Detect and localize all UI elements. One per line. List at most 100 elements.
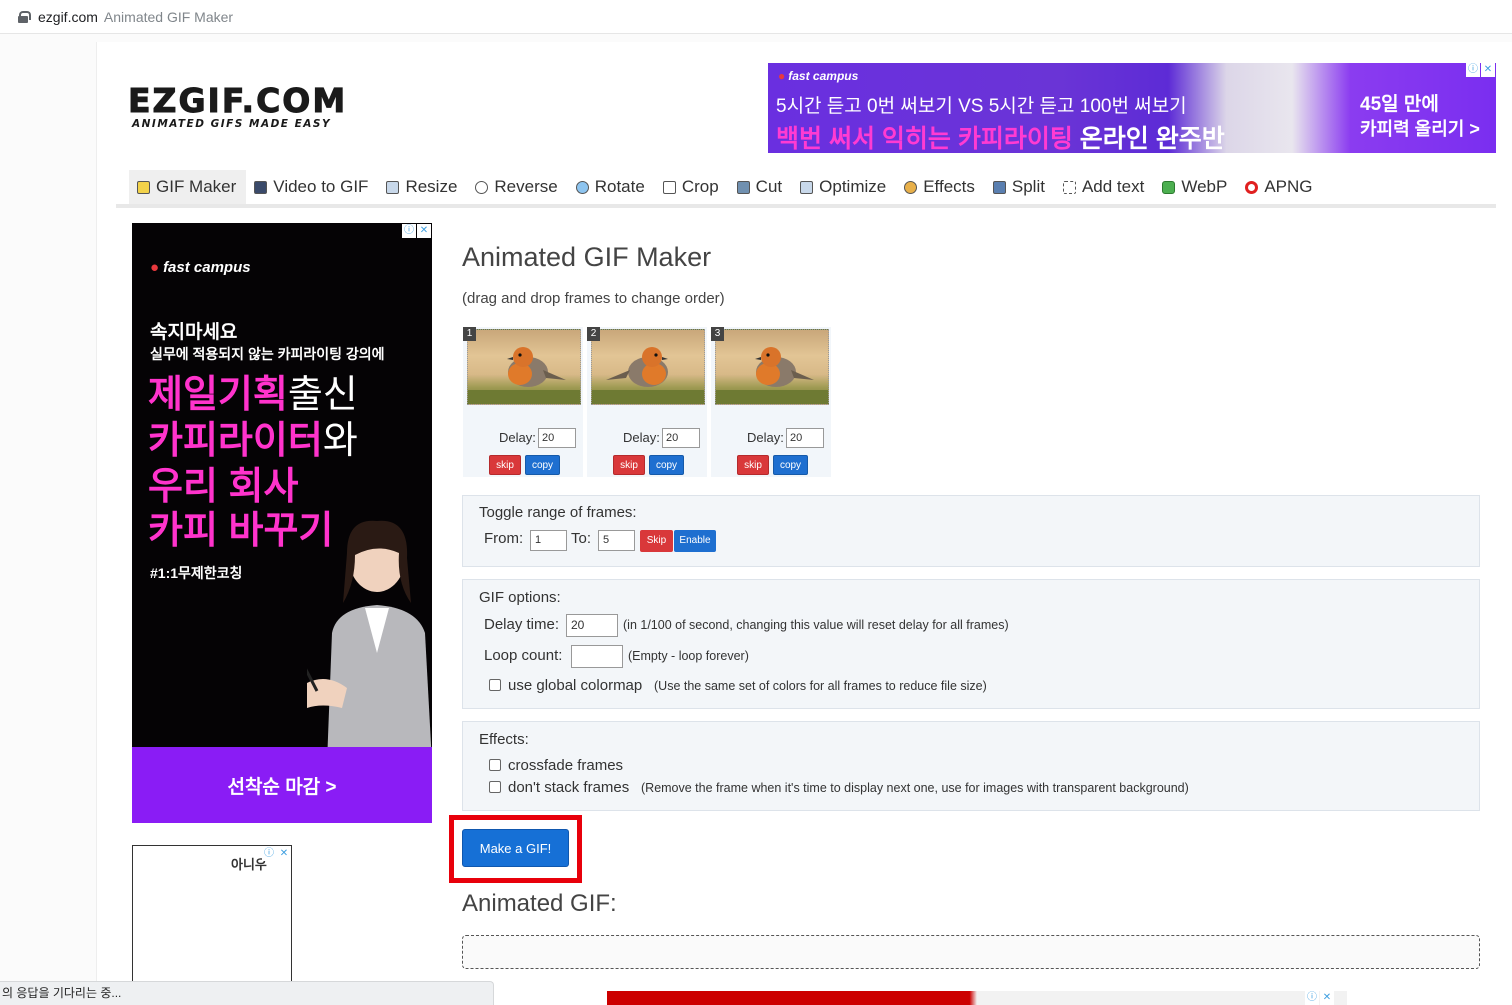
nav-rotate[interactable]: Rotate: [568, 170, 655, 204]
side-ad-line-1: 제일기획출신: [148, 373, 358, 417]
nav-apng[interactable]: APNG: [1237, 170, 1322, 204]
frame-number: 2: [587, 327, 600, 341]
site-logo[interactable]: EZGIF.COM ANIMATED GIFS MADE EASY: [127, 81, 348, 131]
nav-reverse[interactable]: Reverse: [467, 170, 567, 204]
to-input[interactable]: 5: [598, 530, 635, 551]
loop-count-input[interactable]: [571, 645, 623, 668]
bottom-ad-controls: ⓘ ✕: [1305, 991, 1334, 1005]
nav-label: WebP: [1181, 177, 1228, 196]
gif-options-title: GIF options:: [479, 589, 561, 606]
ad-line-2-rest: 온라인 완주반: [1072, 125, 1225, 153]
make-gif-button[interactable]: Make a GIF!: [462, 829, 569, 867]
crossfade-checkbox[interactable]: [489, 759, 501, 771]
side-ad-line-1-pink: 제일기획: [148, 374, 288, 416]
ad-info-icon[interactable]: ⓘ: [1305, 991, 1319, 1005]
skip-button[interactable]: skip: [737, 455, 769, 475]
nav-label: Resize: [405, 177, 458, 196]
nav-webp[interactable]: WebP: [1154, 170, 1237, 204]
nav-crop[interactable]: Crop: [655, 170, 729, 204]
side-ad-coaching: #1:1무제한코칭: [150, 565, 243, 581]
status-bar: 의 응답을 기다리는 중...: [0, 981, 494, 1005]
dont-stack-checkbox[interactable]: [489, 781, 501, 793]
ad-right-2: 카피력 올리기 >: [1360, 119, 1480, 139]
delay-time-note: (in 1/100 of second, changing this value…: [623, 618, 1009, 632]
side-ad-cta[interactable]: 선착순 마감 >: [132, 747, 432, 823]
ad-line-1: 5시간 듣고 0번 써보기 VS 5시간 듣고 100번 써보기: [776, 96, 1187, 117]
url-domain: ezgif.com: [38, 8, 98, 25]
nav-label: GIF Maker: [156, 177, 237, 196]
ad-close-icon[interactable]: ✕: [1481, 63, 1495, 77]
skip-button[interactable]: skip: [613, 455, 645, 475]
optimize-icon: [800, 180, 814, 194]
ad-close-icon[interactable]: ✕: [1320, 991, 1334, 1005]
apng-icon: [1245, 180, 1259, 194]
side-ad-line-4: 카피 바꾸기: [148, 510, 334, 552]
side-ad-person-illustration: [307, 520, 432, 763]
nav-add-text[interactable]: Add text: [1055, 170, 1154, 204]
nav-label: Video to GIF: [273, 177, 369, 196]
tool-nav: GIF Maker Video to GIF Resize Reverse Ro…: [116, 168, 1496, 208]
nav-optimize[interactable]: Optimize: [792, 170, 896, 204]
range-skip-button[interactable]: Skip: [640, 530, 673, 552]
side-ad-line-3: 우리 회사: [148, 466, 299, 508]
bottom-ad[interactable]: [607, 991, 1347, 1005]
range-enable-button[interactable]: Enable: [674, 530, 716, 552]
logo-text: EZGIF.COM: [127, 81, 348, 120]
reorder-hint: (drag and drop frames to change order): [462, 290, 725, 307]
loop-count-label: Loop count:: [484, 647, 563, 664]
delay-time-input[interactable]: 20: [566, 614, 618, 637]
nav-gif-maker[interactable]: GIF Maker: [129, 170, 247, 204]
nav-label: Rotate: [594, 177, 645, 196]
ad-info-icon[interactable]: ⓘ: [1466, 63, 1480, 77]
address-bar[interactable]: ezgif.com Animated GIF Maker: [0, 0, 1512, 34]
copy-button[interactable]: copy: [649, 455, 684, 475]
frame-delay-input[interactable]: 20: [538, 428, 576, 448]
delay-label: Delay:: [747, 430, 784, 445]
nav-resize[interactable]: Resize: [378, 170, 467, 204]
side-ad-brand: fast campus: [150, 259, 251, 276]
frame-thumbnail[interactable]: [467, 329, 581, 405]
logo-tagline: ANIMATED GIFS MADE EASY: [132, 118, 332, 130]
side-ad[interactable]: fast campus 속지마세요 실무에 적용되지 않는 카피라이팅 강의에 …: [132, 223, 432, 823]
ad-close-icon[interactable]: ✕: [417, 224, 431, 238]
nav-label: Optimize: [819, 177, 887, 196]
top-banner-ad[interactable]: fast campus 5시간 듣고 0번 써보기 VS 5시간 듣고 100번…: [768, 63, 1496, 153]
side-ad-line-2: 카피라이터와: [148, 419, 358, 463]
frame-card[interactable]: 3 Delay: 20 skip copy: [711, 327, 831, 477]
lock-icon: [18, 10, 31, 23]
frame-delay-input[interactable]: 20: [786, 428, 824, 448]
rotate-icon: [575, 180, 589, 194]
robin-image: [592, 347, 704, 404]
frame-number: 1: [463, 327, 476, 341]
nav-label: Effects: [923, 177, 975, 196]
nav-split[interactable]: Split: [985, 170, 1055, 204]
skip-button[interactable]: skip: [489, 455, 521, 475]
frame-delay-input[interactable]: 20: [662, 428, 700, 448]
frame-thumbnail[interactable]: [715, 329, 829, 405]
frame-card[interactable]: 1 Delay: 20 skip copy: [463, 327, 583, 477]
ad-info-icon[interactable]: ⓘ: [262, 847, 276, 861]
from-input[interactable]: 1: [530, 530, 567, 551]
nav-video-to-gif[interactable]: Video to GIF: [246, 170, 378, 204]
to-label: To:: [571, 530, 592, 547]
ad-close-icon[interactable]: ✕: [277, 847, 291, 861]
frame-number: 3: [711, 327, 724, 341]
ad-info-icon[interactable]: ⓘ: [402, 224, 416, 238]
nav-effects[interactable]: Effects: [896, 170, 985, 204]
global-colormap-note: (Use the same set of colors for all fram…: [654, 679, 987, 693]
frame-card[interactable]: 2 Delay: 20 skip copy: [587, 327, 707, 477]
delay-time-label: Delay time:: [484, 616, 560, 633]
ad-brand: fast campus: [778, 69, 858, 83]
ad-line-2: 백번 써서 익히는 카피라이팅 온라인 완주반: [776, 119, 1225, 153]
result-area: [462, 935, 1480, 969]
frame-thumbnail[interactable]: [591, 329, 705, 405]
copy-button[interactable]: copy: [773, 455, 808, 475]
side-ad-small[interactable]: 아니우: [132, 845, 292, 985]
side-ad-line-2-white: 와: [322, 420, 358, 462]
resize-icon: [386, 180, 400, 194]
from-label: From:: [484, 530, 524, 547]
nav-cut[interactable]: Cut: [729, 170, 792, 204]
copy-button[interactable]: copy: [525, 455, 560, 475]
global-colormap-checkbox[interactable]: [489, 679, 501, 691]
loop-count-note: (Empty - loop forever): [628, 649, 749, 663]
